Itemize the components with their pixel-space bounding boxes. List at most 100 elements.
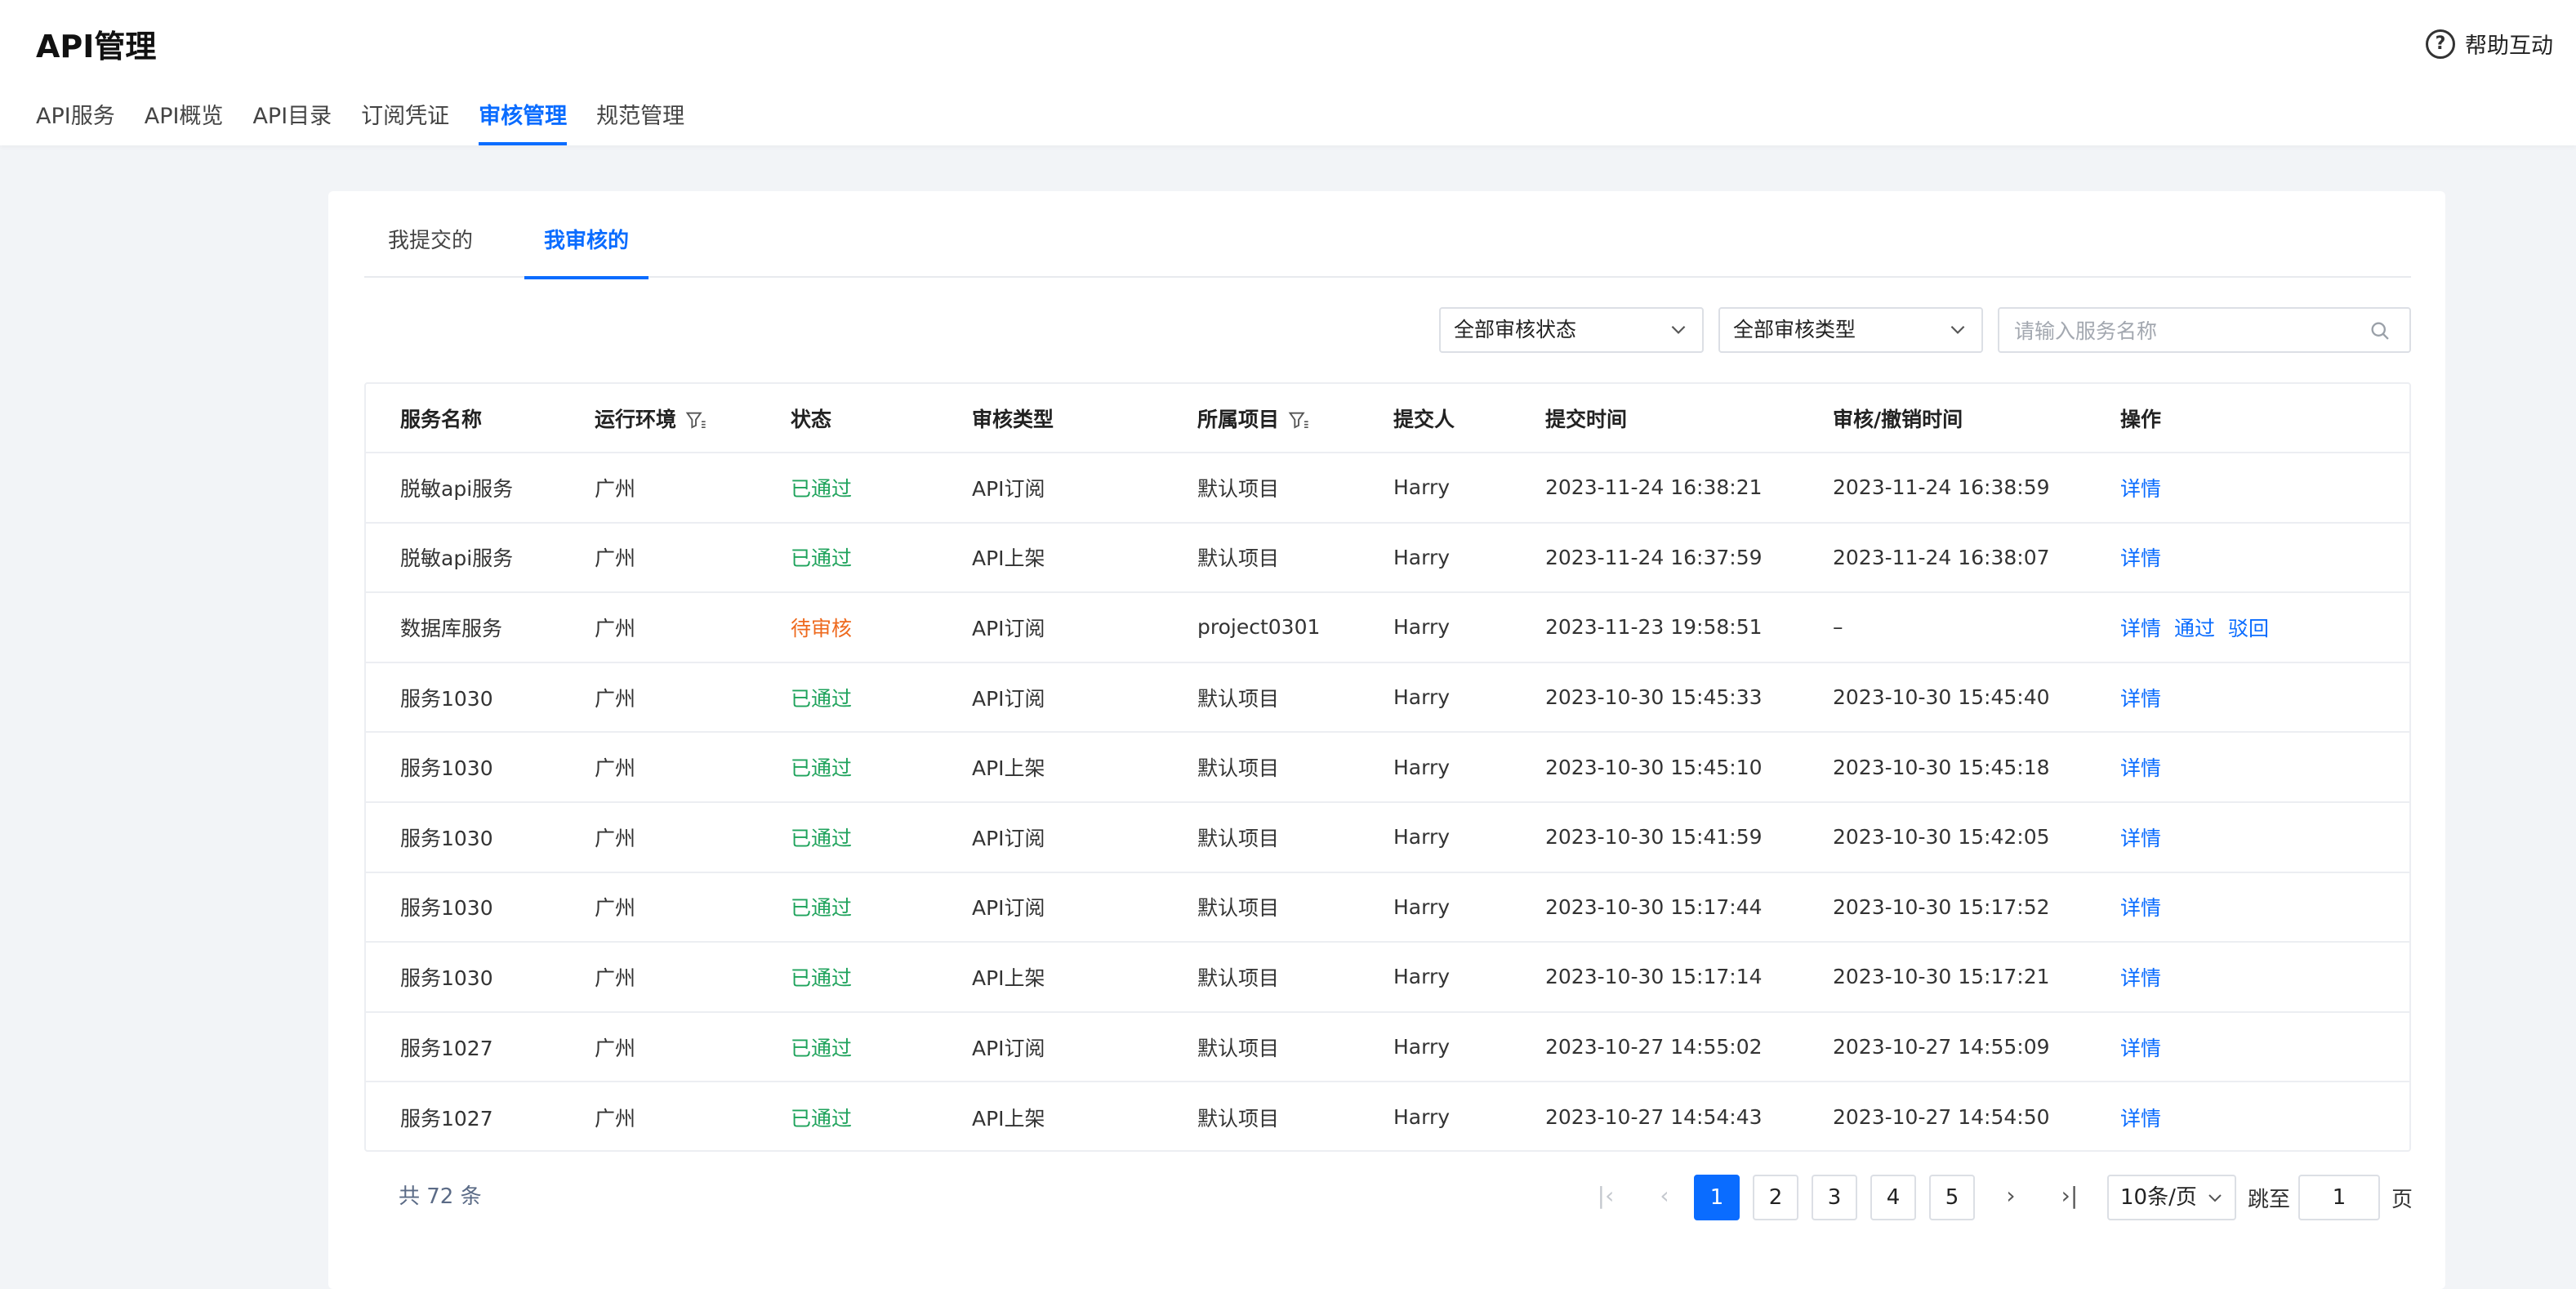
- page-button-1[interactable]: 1: [1694, 1175, 1740, 1220]
- col-submitter: 提交人: [1359, 384, 1511, 453]
- cell-project: 默认项目: [1163, 1011, 1359, 1083]
- type-filter-select[interactable]: 全部审核类型: [1718, 307, 1983, 353]
- page-title: API管理: [36, 29, 157, 65]
- cell-submit-time: 2023-11-24 16:37:59: [1511, 522, 1798, 594]
- cell-submitter: Harry: [1359, 872, 1511, 943]
- table-header-row: 服务名称 运行环境 状态 审核类型 所属项目 提交人 提交时间 审核/撤销时间 …: [366, 384, 2409, 453]
- cell-submit-time: 2023-10-27 14:54:43: [1545, 1105, 1763, 1130]
- cell-submitter: Harry: [1359, 453, 1511, 524]
- prev-page-icon[interactable]: ‹: [1642, 1175, 1687, 1220]
- page-button-4[interactable]: 4: [1870, 1175, 1916, 1220]
- tab-my-submitted[interactable]: 我提交的: [386, 216, 475, 278]
- nav-api-services[interactable]: API服务: [36, 101, 115, 145]
- total-count: 共 72 条: [399, 1184, 482, 1209]
- table-row: 脱敏api服务 广州 已通过 API订阅 默认项目 Harry 2023-11-24 16:…: [366, 453, 2409, 524]
- details-link[interactable]: 详情: [2120, 1037, 2161, 1060]
- cell-actions: 详情: [2086, 522, 2409, 594]
- cell-submitter: Harry: [1359, 732, 1511, 803]
- nav-review-management[interactable]: 审核管理: [479, 101, 568, 145]
- page-button-3[interactable]: 3: [1812, 1175, 1857, 1220]
- nav-api-overview[interactable]: API概览: [145, 101, 224, 145]
- status-filter-select[interactable]: 全部审核状态: [1439, 307, 1704, 353]
- col-project: 所属项目: [1163, 384, 1359, 453]
- details-link[interactable]: 详情: [2120, 477, 2161, 501]
- details-link[interactable]: 详情: [2120, 1107, 2161, 1131]
- cell-review-time: 2023-10-30 15:45:18: [1798, 732, 2086, 803]
- jump-page-input[interactable]: [2298, 1175, 2380, 1220]
- cell-submit-time: 2023-10-30 15:45:10: [1511, 732, 1798, 803]
- cell-review-time: 2023-10-27 14:55:09: [1798, 1011, 2086, 1083]
- cell-review-type: API上架: [938, 942, 1163, 1013]
- cell-environment: 广州: [560, 942, 756, 1013]
- details-link[interactable]: 详情: [2120, 966, 2161, 990]
- cell-service-name: 服务1030: [366, 801, 560, 873]
- cell-status: 已通过: [756, 453, 938, 524]
- cell-status: 已通过: [756, 522, 938, 594]
- cell-service-name: 脱敏api服务: [366, 522, 560, 594]
- cell-review-time: 2023-10-30 15:17:21: [1798, 942, 2086, 1013]
- filter-icon[interactable]: [1287, 409, 1310, 432]
- nav-subscription-credentials[interactable]: 订阅凭证: [361, 101, 449, 145]
- cell-status: 已通过: [756, 662, 938, 734]
- cell-review-time: 2023-10-27 14:54:50: [1833, 1105, 2050, 1130]
- approve-link[interactable]: 通过: [2174, 617, 2215, 640]
- col-actions: 操作: [2086, 384, 2409, 453]
- cell-submitter: Harry: [1359, 942, 1511, 1013]
- cell-service-name: 服务1030: [366, 662, 560, 734]
- cell-status: 已通过: [756, 942, 938, 1013]
- cell-review-type: API订阅: [938, 662, 1163, 734]
- table-row: 服务1027 广州 已通过 API上架 默认项目 Harry 2023-10-27 14:5…: [366, 1082, 2409, 1150]
- cell-status: 已通过: [756, 1011, 938, 1083]
- details-link[interactable]: 详情: [2120, 896, 2161, 920]
- details-link[interactable]: 详情: [2120, 827, 2161, 850]
- cell-status: 已通过: [791, 1106, 853, 1131]
- col-review-time: 审核/撤销时间: [1798, 384, 2086, 453]
- cell-service-name: 服务1030: [366, 942, 560, 1013]
- cell-service-name: 服务1030: [366, 732, 560, 803]
- filter-icon[interactable]: [684, 409, 707, 432]
- details-link[interactable]: 详情: [2120, 617, 2161, 640]
- details-link[interactable]: 详情: [2120, 687, 2161, 711]
- details-link[interactable]: 详情: [2120, 546, 2161, 570]
- cell-service-name: 服务1030: [366, 872, 560, 943]
- page-button-2[interactable]: 2: [1753, 1175, 1798, 1220]
- search-icon[interactable]: [2369, 319, 2391, 342]
- help-button[interactable]: ? 帮助互动: [2426, 28, 2553, 60]
- cell-review-time: –: [1798, 592, 2086, 663]
- nav-spec-management[interactable]: 规范管理: [596, 101, 684, 145]
- cell-environment: 广州: [560, 872, 756, 943]
- help-question-icon: ?: [2426, 29, 2455, 59]
- cell-project: project0301: [1163, 592, 1359, 663]
- last-page-icon[interactable]: ›|: [2047, 1175, 2092, 1220]
- table-row: 数据库服务 广州 待审核 API订阅 project0301 Harry 2023-11-2…: [366, 592, 2409, 663]
- nav-api-catalog[interactable]: API目录: [252, 101, 332, 145]
- cell-review-time: 2023-11-24 16:38:07: [1798, 522, 2086, 594]
- search-input[interactable]: [2014, 317, 2341, 345]
- cell-environment: 广州: [560, 662, 756, 734]
- cell-submitter: Harry: [1359, 662, 1511, 734]
- cell-project: 默认项目: [1197, 1106, 1280, 1131]
- tab-my-reviewed[interactable]: 我审核的: [524, 216, 648, 279]
- details-link[interactable]: 详情: [2120, 756, 2161, 780]
- page-size-select[interactable]: 10条/页: [2107, 1175, 2236, 1220]
- cell-review-time: 2023-10-30 15:45:40: [1798, 662, 2086, 734]
- status-filter-value: 全部审核状态: [1454, 318, 1577, 341]
- cell-status: 待审核: [756, 592, 938, 663]
- cell-actions: 详情: [2086, 1082, 2409, 1150]
- table-row: 服务1030 广州 已通过 API订阅 默认项目 Harry 2023-10-30 15:4…: [366, 662, 2409, 734]
- col-submit-time: 提交时间: [1511, 384, 1798, 453]
- first-page-icon[interactable]: |‹: [1583, 1175, 1629, 1220]
- cell-actions: 详情: [2086, 662, 2409, 734]
- cell-environment: 广州: [560, 592, 756, 663]
- cell-actions: 详情: [2086, 801, 2409, 873]
- cell-review-time: 2023-11-24 16:38:59: [1798, 453, 2086, 524]
- cell-service-name: 脱敏api服务: [366, 453, 560, 524]
- reject-link[interactable]: 驳回: [2228, 617, 2269, 640]
- table-row: 服务1030 广州 已通过 API上架 默认项目 Harry 2023-10-30 15:1…: [366, 942, 2409, 1013]
- next-page-icon[interactable]: ›: [1988, 1175, 2034, 1220]
- cell-environment: 广州: [560, 453, 756, 524]
- cell-review-type: API订阅: [938, 801, 1163, 873]
- page-button-5[interactable]: 5: [1929, 1175, 1975, 1220]
- cell-project: 默认项目: [1163, 942, 1359, 1013]
- review-card: 我提交的 我审核的 全部审核状态 全部审核类型 服务名称 运行环境 状: [328, 191, 2445, 1289]
